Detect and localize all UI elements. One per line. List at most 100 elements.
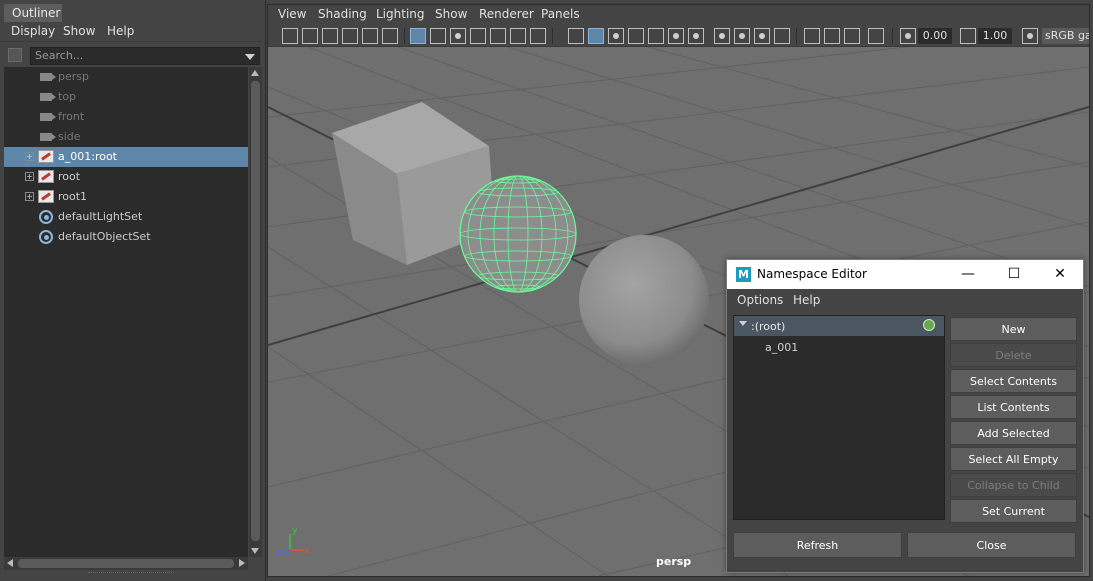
outliner-item-root[interactable]: + root <box>4 167 248 187</box>
close-window-button[interactable]: ✕ <box>1037 260 1083 289</box>
maximize-button[interactable]: ☐ <box>991 260 1037 289</box>
exposure-field[interactable]: 0.00 <box>918 28 952 44</box>
outliner-item-a001-root[interactable]: + a_001:root <box>4 147 248 167</box>
scroll-up-icon[interactable] <box>251 70 259 76</box>
toolbar-separator <box>892 28 893 44</box>
scroll-down-icon[interactable] <box>251 548 259 554</box>
motion-blur-icon[interactable] <box>734 28 750 44</box>
resize-grip[interactable] <box>88 572 174 575</box>
toolbar-separator <box>796 28 797 44</box>
xray-components-icon[interactable] <box>868 28 884 44</box>
expand-icon[interactable]: + <box>25 192 34 201</box>
outliner-item-top[interactable]: top <box>4 87 248 107</box>
smooth-shade-icon[interactable] <box>588 28 604 44</box>
grease-pencil-icon[interactable] <box>382 28 398 44</box>
image-plane-icon[interactable] <box>342 28 358 44</box>
outliner-item-label: front <box>58 110 85 123</box>
scroll-right-icon[interactable] <box>239 559 245 567</box>
outliner-item-side[interactable]: side <box>4 127 248 147</box>
chevron-down-icon[interactable] <box>739 321 747 326</box>
field-chart-icon[interactable] <box>490 28 506 44</box>
menu-view[interactable]: View <box>278 7 306 21</box>
menu-options[interactable]: Options <box>737 293 783 307</box>
multisample-aa-icon[interactable] <box>754 28 770 44</box>
list-contents-button[interactable]: List Contents <box>950 395 1077 419</box>
add-selected-button[interactable]: Add Selected <box>950 421 1077 445</box>
namespace-child-a001[interactable]: a_001 <box>765 341 798 354</box>
horizontal-scrollbar[interactable] <box>4 557 248 570</box>
outliner-item-defaultlightset[interactable]: defaultLightSet <box>4 207 248 227</box>
scrollbar-thumb[interactable] <box>18 559 234 568</box>
camera-attributes-icon[interactable] <box>302 28 318 44</box>
default-material-icon[interactable] <box>608 28 624 44</box>
outliner-item-label: top <box>58 90 77 103</box>
axis-x-label: x <box>304 546 310 556</box>
screen-space-ao-icon[interactable] <box>714 28 730 44</box>
menu-renderer[interactable]: Renderer <box>479 7 534 21</box>
colorspace-dropdown[interactable]: sRGB ga <box>1042 28 1089 44</box>
namespace-root-row[interactable]: :(root) <box>734 316 944 336</box>
menu-show[interactable]: Show <box>63 24 95 38</box>
filter-icon[interactable] <box>8 48 22 62</box>
outliner-tab[interactable]: Outliner <box>4 4 62 22</box>
safe-title-icon[interactable] <box>530 28 546 44</box>
menu-shading[interactable]: Shading <box>318 7 367 21</box>
lights-icon[interactable] <box>668 28 684 44</box>
select-all-empty-button[interactable]: Select All Empty <box>950 447 1077 471</box>
set-current-button[interactable]: Set Current <box>950 499 1077 523</box>
menu-help[interactable]: Help <box>793 293 820 307</box>
scrollbar-thumb[interactable] <box>251 81 260 541</box>
window-titlebar[interactable]: M Namespace Editor — ☐ ✕ <box>727 260 1083 289</box>
grid-icon[interactable] <box>410 28 426 44</box>
shadows-icon[interactable] <box>688 28 704 44</box>
film-gate-icon[interactable] <box>430 28 446 44</box>
camera-name-label: persp <box>656 555 692 568</box>
minimize-button[interactable]: — <box>945 260 991 289</box>
outliner-menu-bar: Display Show Help <box>0 22 262 42</box>
outliner-item-label: side <box>58 130 81 143</box>
depth-of-field-icon[interactable] <box>774 28 790 44</box>
resolution-gate-icon[interactable] <box>450 28 466 44</box>
gate-mask-icon[interactable] <box>470 28 486 44</box>
gamma-field[interactable]: 1.00 <box>978 28 1012 44</box>
menu-panels[interactable]: Panels <box>541 7 580 21</box>
wireframe-on-shaded-icon[interactable] <box>628 28 644 44</box>
xray-joints-icon[interactable] <box>844 28 860 44</box>
menu-display[interactable]: Display <box>11 24 55 38</box>
outliner-panel: Outliner Display Show Help Search... per… <box>0 0 266 581</box>
gamma-icon[interactable] <box>960 28 976 44</box>
namespace-menu-bar: Options Help <box>727 289 1083 311</box>
wireframe-icon[interactable] <box>568 28 584 44</box>
select-camera-icon[interactable] <box>282 28 298 44</box>
select-contents-button[interactable]: Select Contents <box>950 369 1077 393</box>
bookmarks-icon[interactable] <box>322 28 338 44</box>
outliner-item-persp[interactable]: persp <box>4 67 248 87</box>
expand-icon[interactable]: + <box>25 152 34 161</box>
exposure-icon[interactable] <box>900 28 916 44</box>
scroll-left-icon[interactable] <box>7 559 13 567</box>
outliner-item-front[interactable]: front <box>4 107 248 127</box>
camera-icon <box>40 93 56 101</box>
close-button[interactable]: Close <box>907 532 1076 558</box>
outliner-item-root1[interactable]: + root1 <box>4 187 248 207</box>
textured-icon[interactable] <box>648 28 664 44</box>
safe-action-icon[interactable] <box>510 28 526 44</box>
menu-show[interactable]: Show <box>435 7 467 21</box>
isolate-select-icon[interactable] <box>804 28 820 44</box>
menu-lighting[interactable]: Lighting <box>376 7 425 21</box>
transform-icon <box>38 190 54 203</box>
chevron-down-icon[interactable] <box>245 54 255 60</box>
xray-icon[interactable] <box>824 28 840 44</box>
camera-icon <box>40 73 56 81</box>
expand-icon[interactable]: + <box>25 172 34 181</box>
color-management-icon[interactable] <box>1022 28 1038 44</box>
new-button[interactable]: New <box>950 317 1077 341</box>
vertical-scrollbar[interactable] <box>249 67 262 557</box>
outliner-item-defaultobjectset[interactable]: defaultObjectSet <box>4 227 248 247</box>
two-d-pan-icon[interactable] <box>362 28 378 44</box>
outliner-item-label: persp <box>58 70 89 83</box>
menu-help[interactable]: Help <box>107 24 134 38</box>
search-input[interactable]: Search... <box>30 47 260 65</box>
window-title: Namespace Editor <box>757 267 867 281</box>
refresh-button[interactable]: Refresh <box>733 532 902 558</box>
